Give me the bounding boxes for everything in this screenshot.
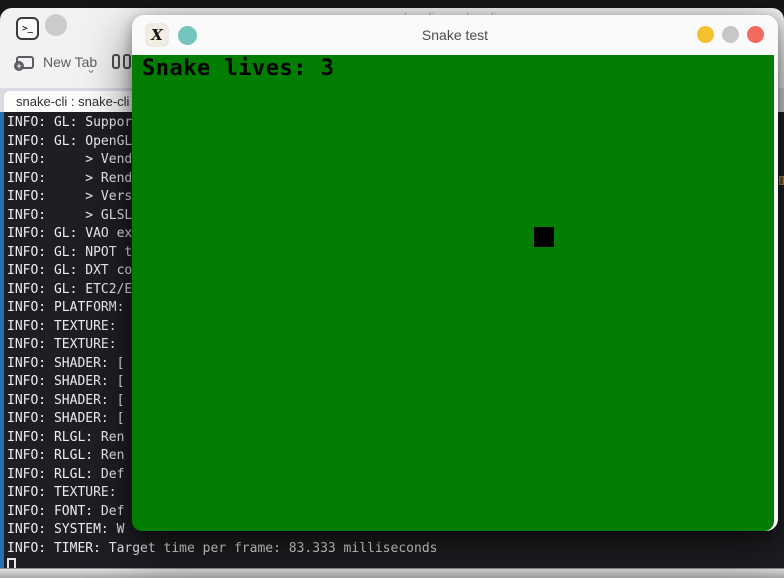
gray-dot-icon	[45, 14, 67, 36]
scroll-indicator[interactable]	[0, 112, 4, 568]
lives-hud: Snake lives: 3	[142, 56, 335, 81]
snake-window: X Snake test Snake lives: 3	[132, 15, 778, 531]
desktop: >_ snake-cli : snake-cli + New Tab ⌄ sna…	[0, 0, 784, 578]
terminal-line: INFO: TIMER: Target time per frame: 83.3…	[7, 540, 438, 556]
terminal-edge-glyph	[779, 176, 784, 185]
game-canvas[interactable]: Snake lives: 3	[132, 55, 774, 531]
new-tab-icon: +	[14, 55, 34, 71]
plus-badge-icon: +	[14, 60, 24, 71]
snake-window-title: Snake test	[421, 27, 489, 43]
chevron-down-icon[interactable]: ⌄	[86, 62, 96, 76]
terminal-prompt-glyph: >_	[22, 23, 33, 34]
tab-overview-icon[interactable]	[112, 54, 134, 74]
tab-label: snake-cli : snake-cli	[16, 94, 130, 109]
snake-square	[534, 227, 554, 247]
terminal-cursor	[7, 558, 16, 568]
close-button[interactable]	[747, 26, 764, 43]
terminal-app-icon[interactable]: >_	[16, 17, 39, 40]
window-controls	[697, 26, 764, 43]
taskbar-strip	[0, 568, 784, 578]
minimize-button[interactable]	[697, 26, 714, 43]
maximize-button[interactable]	[722, 26, 739, 43]
snake-titlebar[interactable]: X Snake test	[132, 15, 778, 55]
